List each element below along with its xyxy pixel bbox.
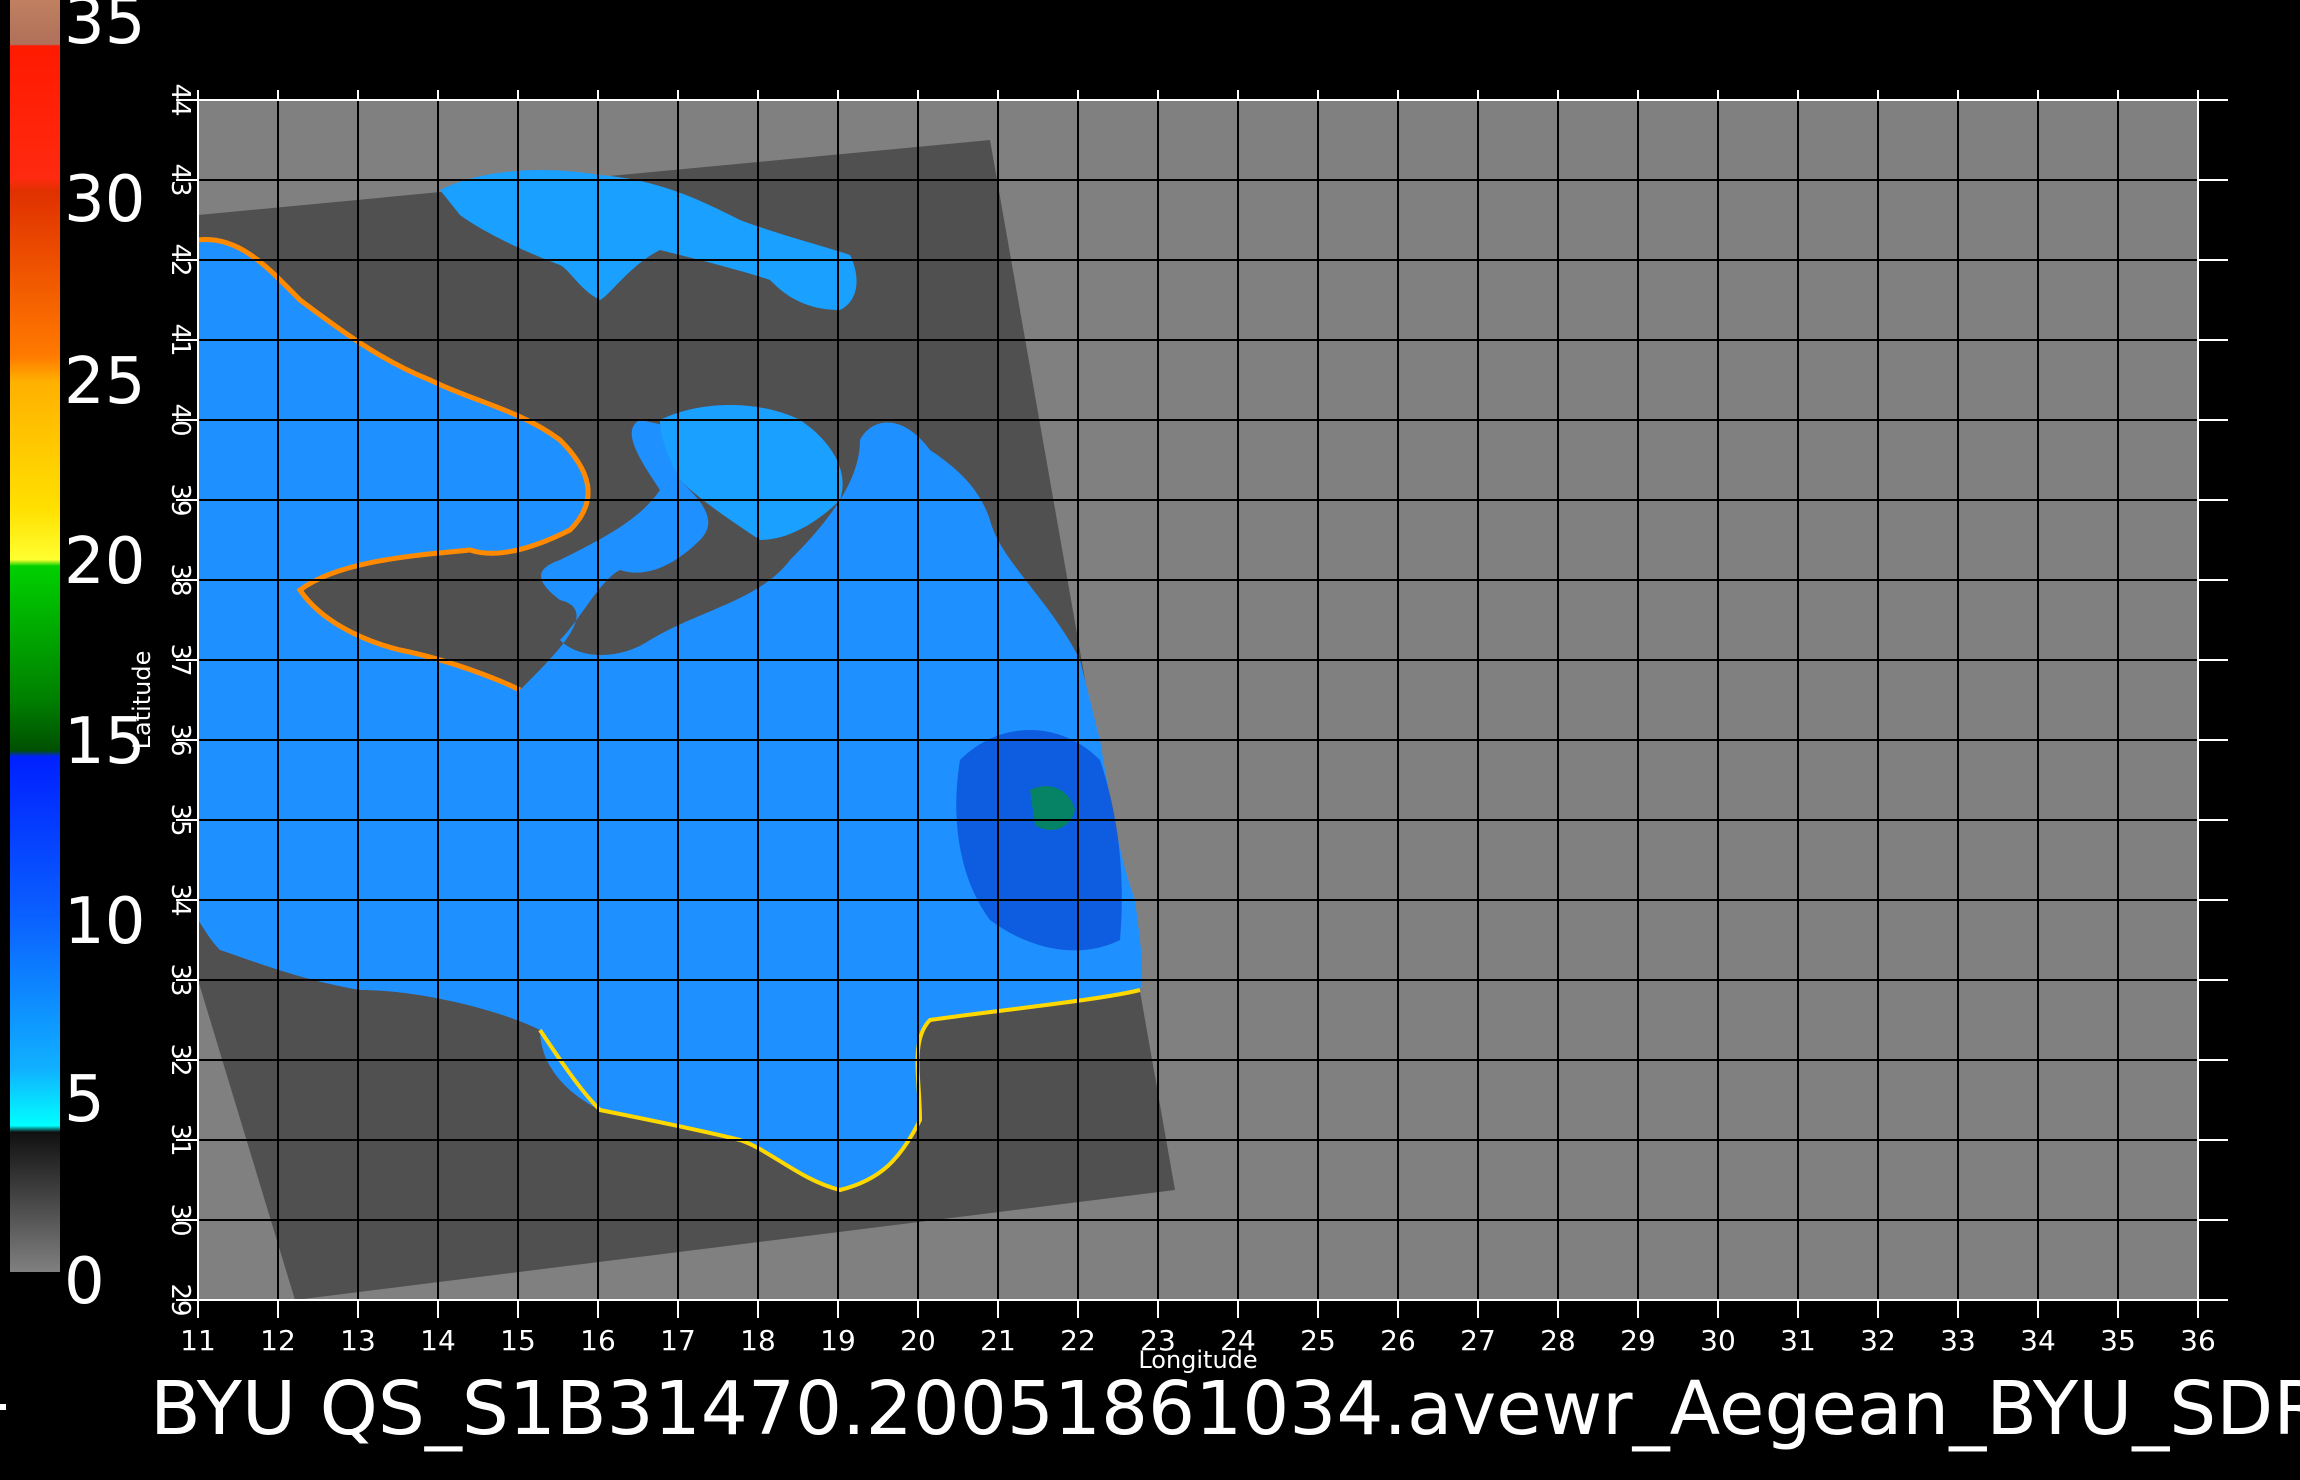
lat-tick-label-40: 40 — [165, 403, 195, 436]
lon-tick-label-13: 13 — [340, 1324, 376, 1357]
lon-tick-label-15: 15 — [500, 1324, 536, 1357]
lat-tick-label-33: 33 — [165, 963, 195, 996]
lon-tick-label-14: 14 — [420, 1324, 456, 1357]
lon-tick-label-12: 12 — [260, 1324, 296, 1357]
figure-title: BYU QS_S1B31470.20051861034.avewr_Aegean… — [150, 1366, 2300, 1452]
colorbar-label-20: 20 — [64, 525, 146, 599]
edge-marker — [0, 1404, 6, 1410]
lon-tick-label-33: 33 — [1940, 1324, 1976, 1357]
colorbar-label-15: 15 — [64, 705, 146, 779]
map-plot-area — [198, 100, 2198, 1300]
lat-tick-label-32: 32 — [165, 1043, 195, 1076]
colorbar-label-35: 35 — [64, 0, 146, 59]
lon-tick-label-35: 35 — [2100, 1324, 2136, 1357]
colorbar — [10, 0, 60, 1272]
colorbar-label-30: 30 — [64, 163, 146, 237]
colorbar-label-10: 10 — [64, 885, 146, 959]
lat-tick-label-41: 41 — [165, 323, 195, 356]
lon-tick-label-20: 20 — [900, 1324, 936, 1357]
lon-tick-label-27: 27 — [1460, 1324, 1496, 1357]
lon-tick-label-22: 22 — [1060, 1324, 1096, 1357]
lon-tick-label-28: 28 — [1540, 1324, 1576, 1357]
lat-tick-label-34: 34 — [165, 883, 195, 916]
lon-tick-label-31: 31 — [1780, 1324, 1816, 1357]
lon-tick-label-17: 17 — [660, 1324, 696, 1357]
lat-tick-label-44: 44 — [165, 83, 195, 116]
lat-tick-label-31: 31 — [165, 1123, 195, 1156]
lat-tick-label-37: 37 — [165, 643, 195, 676]
lat-tick-label-42: 42 — [165, 243, 195, 276]
lon-tick-label-11: 11 — [180, 1324, 216, 1357]
lon-tick-label-36: 36 — [2180, 1324, 2216, 1357]
wind-map-figure: 11 12 13 14 15 16 17 18 19 20 21 22 23 24 25 26 27 28 29 30… — [10, 0, 2228, 1374]
lat-tick-label-38: 38 — [165, 563, 195, 596]
lat-tick-label-29: 29 — [165, 1283, 195, 1316]
lat-tick-label-39: 39 — [165, 483, 195, 516]
lon-tick-label-25: 25 — [1300, 1324, 1336, 1357]
colorbar-label-0: 0 — [64, 1245, 105, 1319]
lon-tick-label-18: 18 — [740, 1324, 776, 1357]
lon-tick-label-19: 19 — [820, 1324, 856, 1357]
colorbar-label-25: 25 — [64, 345, 146, 419]
lon-tick-label-34: 34 — [2020, 1324, 2056, 1357]
lon-tick-label-32: 32 — [1860, 1324, 1896, 1357]
lat-tick-label-36: 36 — [165, 723, 195, 756]
lat-tick-label-30: 30 — [165, 1203, 195, 1236]
lon-tick-label-21: 21 — [980, 1324, 1016, 1357]
lon-tick-label-29: 29 — [1620, 1324, 1656, 1357]
lat-tick-label-35: 35 — [165, 803, 195, 836]
colorbar-label-5: 5 — [64, 1063, 105, 1137]
lon-tick-label-16: 16 — [580, 1324, 616, 1357]
lon-tick-label-30: 30 — [1700, 1324, 1736, 1357]
lat-tick-label-43: 43 — [165, 163, 195, 196]
lon-tick-label-26: 26 — [1380, 1324, 1416, 1357]
